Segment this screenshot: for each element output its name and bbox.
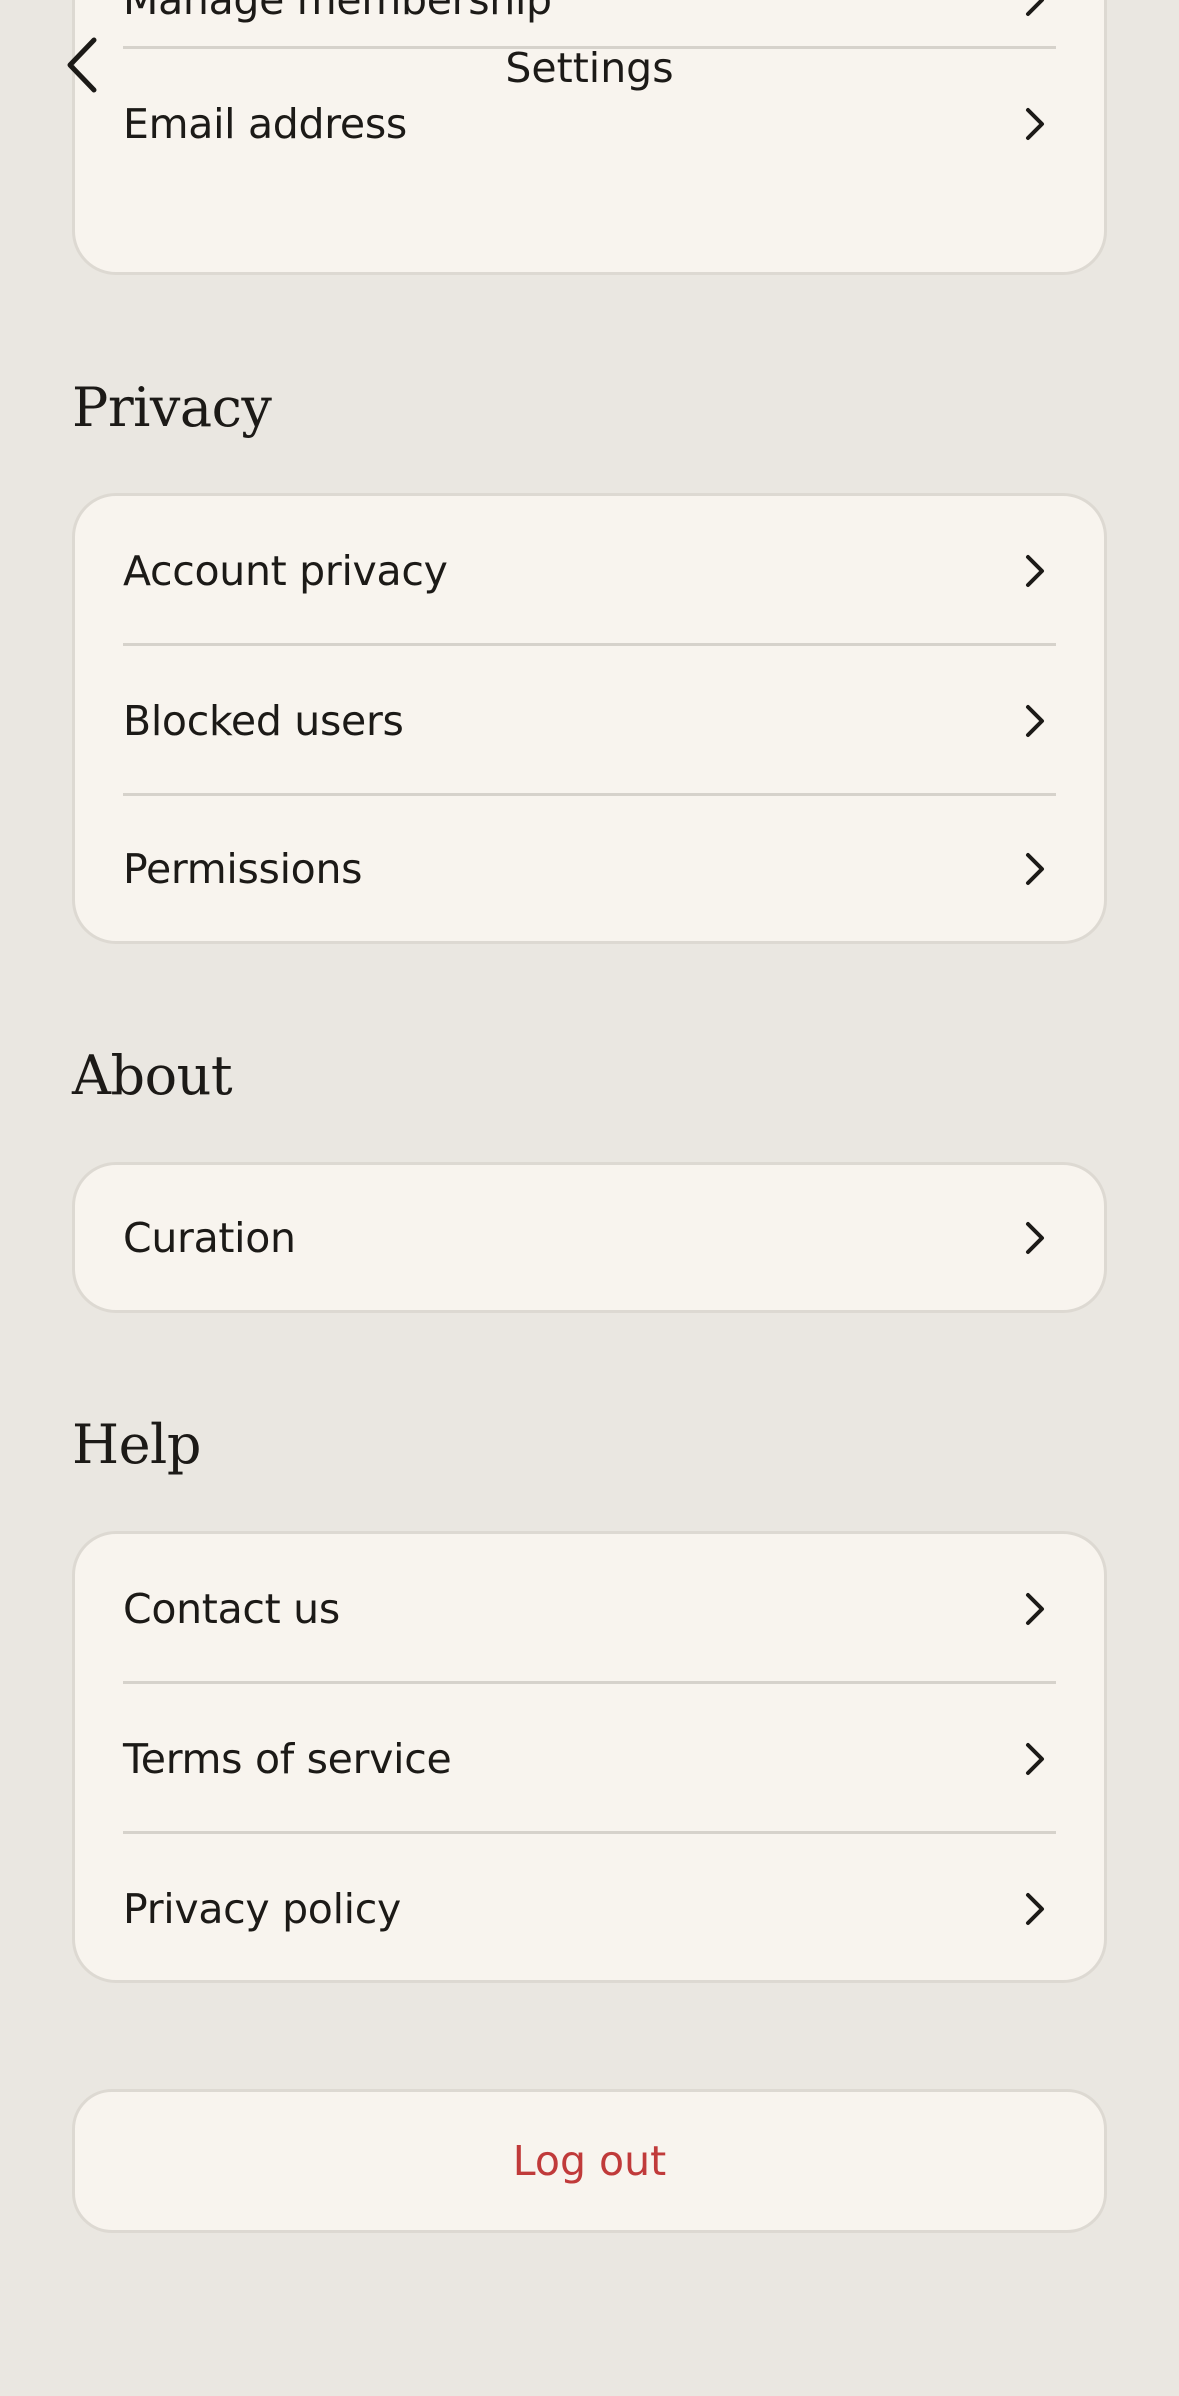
row-label: Privacy policy [123, 1885, 401, 1933]
chevron-right-icon [1026, 705, 1044, 737]
row-email-address[interactable]: Email address [75, 49, 1104, 199]
row-label: Terms of service [123, 1735, 452, 1783]
row-label: Manage membership [123, 0, 552, 24]
chevron-right-icon [1026, 555, 1044, 587]
chevron-right-icon [1026, 1593, 1044, 1625]
logout-label: Log out [512, 2137, 667, 2185]
row-curation[interactable]: Curation [75, 1165, 1104, 1310]
chevron-right-icon [1026, 0, 1044, 16]
row-permissions[interactable]: Permissions [75, 794, 1104, 944]
row-contact-us[interactable]: Contact us [75, 1534, 1104, 1684]
row-privacy-policy[interactable]: Privacy policy [75, 1834, 1104, 1984]
about-card: Curation [72, 1162, 1107, 1313]
row-label: Email address [123, 100, 407, 148]
row-label: Permissions [123, 845, 363, 893]
chevron-right-icon [1026, 1743, 1044, 1775]
row-label: Curation [123, 1213, 296, 1262]
chevron-right-icon [1026, 853, 1044, 885]
row-label: Account privacy [123, 547, 448, 595]
chevron-right-icon [1026, 1221, 1044, 1254]
chevron-right-icon [1026, 108, 1044, 140]
logout-button[interactable]: Log out [72, 2089, 1107, 2233]
section-title-about: About [72, 1044, 233, 1107]
chevron-left-icon[interactable] [58, 34, 108, 96]
account-card: Manage membership Email address [72, 0, 1107, 275]
chevron-right-icon [1026, 1893, 1044, 1925]
row-label: Contact us [123, 1585, 340, 1633]
row-label: Blocked users [123, 697, 404, 745]
section-title-privacy: Privacy [72, 376, 272, 439]
row-account-privacy[interactable]: Account privacy [75, 496, 1104, 646]
row-blocked-users[interactable]: Blocked users [75, 646, 1104, 796]
settings-screen: Manage membership Email address Privacy … [0, 0, 1179, 2396]
help-card: Contact us Terms of service Privacy poli… [72, 1531, 1107, 1983]
row-terms-of-service[interactable]: Terms of service [75, 1684, 1104, 1834]
privacy-card: Account privacy Blocked users Permission… [72, 493, 1107, 944]
section-title-help: Help [72, 1413, 201, 1476]
